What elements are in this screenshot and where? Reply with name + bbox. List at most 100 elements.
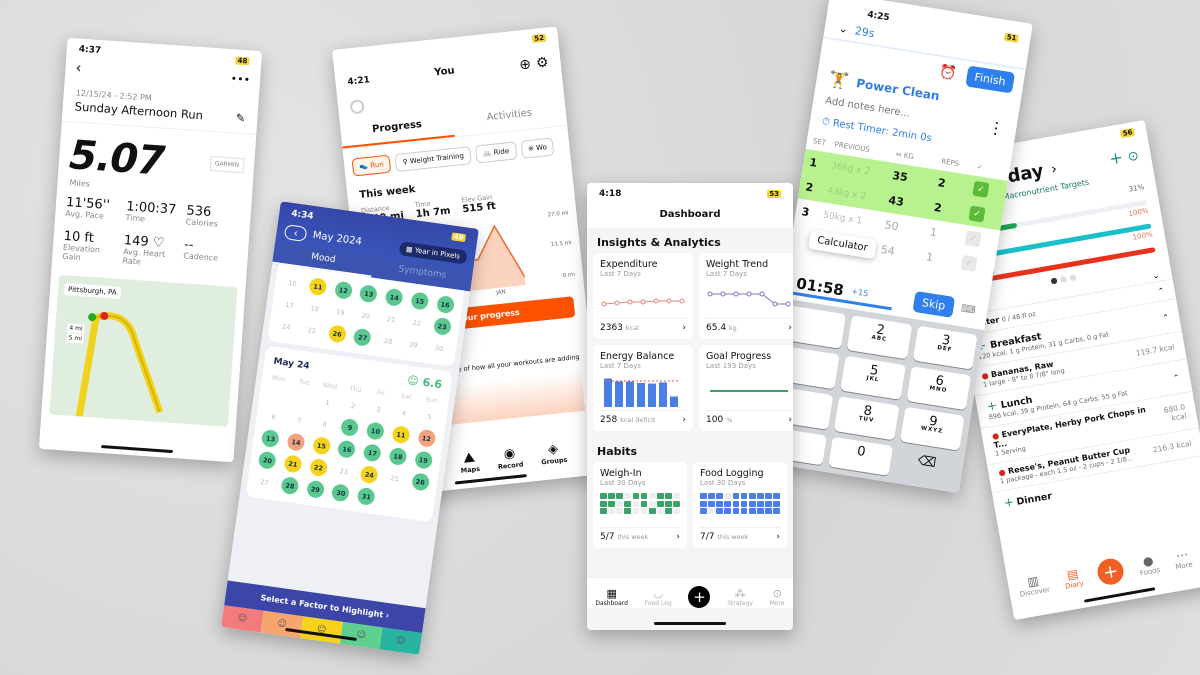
nav-foods[interactable]: ● Foods: [1137, 552, 1161, 577]
day-cell[interactable]: 23: [432, 316, 452, 336]
day-cell[interactable]: 30: [430, 339, 449, 358]
day-cell[interactable]: 14: [384, 287, 404, 307]
day-cell[interactable]: 22: [407, 313, 426, 332]
mood-level-swatch[interactable]: ☺: [221, 605, 264, 633]
keypad-key[interactable]: 5 JKL: [840, 355, 906, 401]
day-cell[interactable]: 18: [305, 299, 324, 318]
chip-run[interactable]: 👟 Run: [351, 154, 392, 177]
chevron-up-icon[interactable]: ⌃: [1157, 286, 1165, 296]
chevron-right-icon[interactable]: ›: [682, 323, 686, 333]
day-cell[interactable]: 2: [344, 396, 363, 415]
more-vertical-icon[interactable]: ⋮: [987, 117, 1006, 138]
gear-icon[interactable]: ⚙: [535, 55, 549, 72]
backspace-key[interactable]: ⌫: [894, 448, 958, 487]
day-cell[interactable]: 22: [308, 457, 329, 478]
nav-groups[interactable]: ◈ Groups: [539, 441, 568, 467]
add-button[interactable]: +: [688, 586, 711, 608]
set-complete-checkbox[interactable]: ✓: [972, 180, 990, 198]
chevron-right-icon[interactable]: ›: [676, 532, 680, 542]
route-map[interactable]: Pittsburgh, PA 4 mi 5 mi: [49, 275, 238, 428]
chevron-right-icon[interactable]: ›: [788, 323, 792, 333]
day-cell[interactable]: 19: [331, 302, 350, 321]
nav-more[interactable]: ⋯ More: [1172, 547, 1193, 571]
chevron-right-icon[interactable]: ›: [776, 532, 780, 542]
day-cell[interactable]: 29: [404, 335, 423, 354]
day-cell[interactable]: 6: [264, 407, 283, 426]
day-cell[interactable]: 27: [255, 473, 274, 492]
keypad-key[interactable]: 2 ABC: [846, 315, 913, 360]
day-cell[interactable]: 8: [315, 414, 334, 433]
day-cell[interactable]: 1: [318, 393, 337, 412]
day-cell[interactable]: 15: [311, 436, 332, 456]
reps-input[interactable]: 2: [937, 176, 975, 194]
nav-maps[interactable]: ⛰ Maps: [459, 450, 480, 474]
day-cell[interactable]: 21: [283, 454, 303, 474]
habit-card-food-logging[interactable]: Food Logging Last 30 Days 7/7 this week ›: [693, 462, 787, 548]
chevron-right-icon[interactable]: ›: [682, 415, 686, 425]
chip-weight-training[interactable]: ⚲ Weight Training: [394, 146, 472, 172]
day-cell[interactable]: 21: [382, 310, 401, 329]
day-cell[interactable]: 27: [353, 327, 373, 347]
back-chevron-icon[interactable]: ‹: [75, 58, 82, 76]
nav-strategy[interactable]: ⁂ Strategy: [727, 587, 753, 607]
nav-dashboard[interactable]: ▦ Dashboard: [595, 587, 628, 607]
day-cell[interactable]: 14: [286, 432, 306, 452]
day-cell[interactable]: 19: [413, 450, 433, 470]
day-cell[interactable]: 5: [420, 407, 439, 426]
keypad-key[interactable]: 9 WXYZ: [899, 406, 965, 452]
reps-input[interactable]: 1: [929, 226, 967, 244]
kg-input[interactable]: 35: [891, 169, 938, 189]
kg-input[interactable]: 50: [884, 218, 931, 238]
day-cell[interactable]: 12: [416, 428, 437, 448]
chevron-up-icon[interactable]: ⌃: [1162, 312, 1170, 322]
nav-record[interactable]: ◉ Record: [496, 445, 524, 471]
kg-input[interactable]: 54: [880, 243, 927, 263]
next-day-chevron-icon[interactable]: ›: [1050, 161, 1058, 178]
day-cell[interactable]: 4: [394, 403, 413, 422]
keyboard-hide-icon[interactable]: ⌨: [960, 303, 976, 316]
set-complete-checkbox[interactable]: ✓: [964, 230, 982, 248]
finish-button[interactable]: Finish: [965, 65, 1016, 94]
day-cell[interactable]: 16: [435, 294, 455, 315]
day-cell[interactable]: 17: [362, 443, 383, 463]
day-cell[interactable]: 9: [340, 417, 360, 438]
day-cell[interactable]: 13: [261, 428, 281, 449]
habit-card-weigh-in[interactable]: Weigh-In Last 30 Days 5/7 this week ›: [593, 462, 687, 548]
insight-card-expenditure[interactable]: Expenditure Last 7 Days 2363 kcal ›: [593, 253, 693, 339]
day-cell[interactable]: 16: [337, 439, 357, 459]
skip-button[interactable]: Skip: [912, 290, 955, 318]
day-cell[interactable]: 15: [410, 291, 430, 311]
edit-pencil-icon[interactable]: ✎: [235, 111, 246, 126]
insight-card-weight-trend[interactable]: Weight Trend Last 7 Days 65.4 kg ›: [699, 253, 793, 339]
day-cell[interactable]: 12: [333, 280, 353, 300]
nav-discover[interactable]: ▥ Discover: [1017, 572, 1050, 598]
more-circle-icon[interactable]: ⊙: [1127, 149, 1140, 166]
day-cell[interactable]: 26: [410, 472, 430, 492]
day-cell[interactable]: 30: [331, 483, 351, 503]
set-complete-checkbox[interactable]: ✓: [960, 254, 978, 273]
chip-ride[interactable]: 🚲 Ride: [474, 141, 518, 164]
day-cell[interactable]: 25: [302, 321, 321, 340]
chevron-right-icon[interactable]: ›: [788, 415, 792, 425]
day-cell[interactable]: 7: [290, 411, 309, 430]
keypad-key[interactable]: 6 MNO: [906, 366, 972, 411]
more-options-icon[interactable]: •••: [230, 72, 250, 86]
day-cell[interactable]: 28: [280, 476, 300, 496]
insight-card-goal-progress[interactable]: Goal Progress Last 193 Days 100 % ›: [699, 345, 793, 431]
nav-more[interactable]: ⊙ More: [770, 587, 785, 607]
mood-level-swatch[interactable]: ☺: [379, 627, 423, 655]
nav-diary[interactable]: ▤ Diary: [1062, 566, 1085, 590]
chevron-up-icon[interactable]: ⌃: [1172, 372, 1180, 382]
day-cell[interactable]: 11: [391, 425, 411, 445]
back-button[interactable]: ‹: [283, 224, 308, 243]
add-15s-button[interactable]: +15: [851, 287, 869, 299]
avatar[interactable]: [349, 99, 365, 115]
day-cell[interactable]: 3: [369, 400, 388, 419]
keypad-key[interactable]: 8 TUV: [834, 396, 900, 441]
day-cell[interactable]: 26: [327, 324, 347, 344]
chip-workout[interactable]: ※ Wo: [520, 137, 555, 159]
add-dinner-icon[interactable]: +: [1003, 494, 1015, 510]
add-icon[interactable]: +: [1108, 147, 1125, 168]
timer-icon[interactable]: ⏰: [938, 64, 958, 83]
day-cell[interactable]: 20: [356, 306, 375, 325]
